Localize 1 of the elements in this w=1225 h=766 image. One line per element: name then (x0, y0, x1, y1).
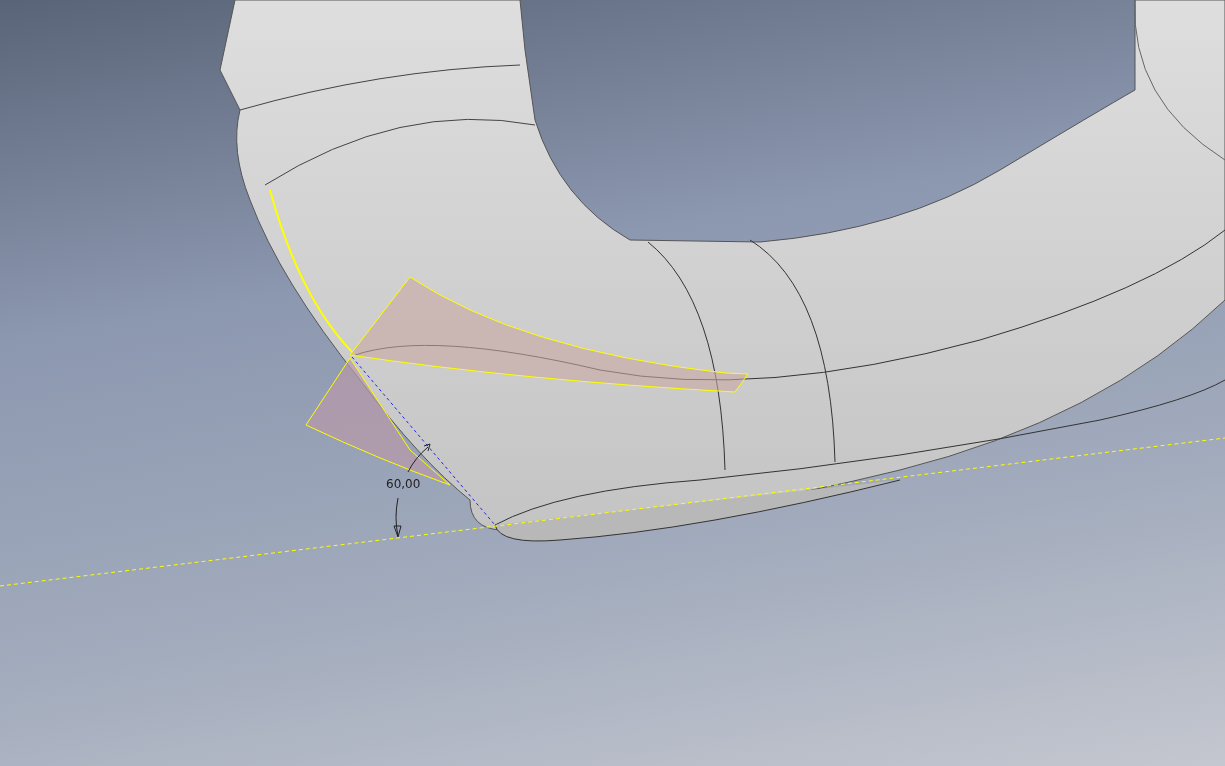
angle-dimension[interactable]: 60,00 (386, 477, 421, 491)
